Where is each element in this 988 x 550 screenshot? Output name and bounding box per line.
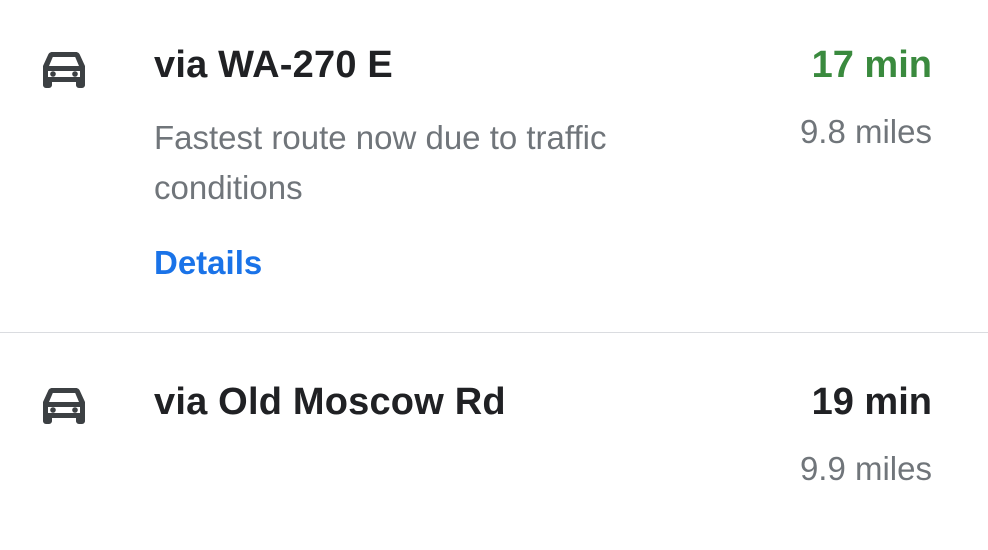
- route-duration: 17 min: [811, 44, 932, 86]
- route-name: via WA-270 E: [154, 44, 393, 86]
- route-duration: 19 min: [811, 381, 932, 423]
- route-option-wa-270[interactable]: via WA-270 E Fastest route now due to tr…: [0, 0, 988, 332]
- route-list: via WA-270 E Fastest route now due to tr…: [0, 0, 988, 550]
- route-distance: 9.9 miles: [799, 450, 932, 487]
- route-description: Fastest route now due to traffic conditi…: [154, 119, 607, 206]
- route-name: via Old Moscow Rd: [154, 381, 506, 423]
- car-icon: [40, 50, 88, 90]
- car-icon: [40, 386, 88, 426]
- details-link[interactable]: Details: [154, 244, 262, 282]
- route-distance: 9.8 miles: [799, 113, 932, 150]
- route-option-old-moscow-rd[interactable]: via Old Moscow Rd 19 min 9.9 miles: [0, 333, 988, 550]
